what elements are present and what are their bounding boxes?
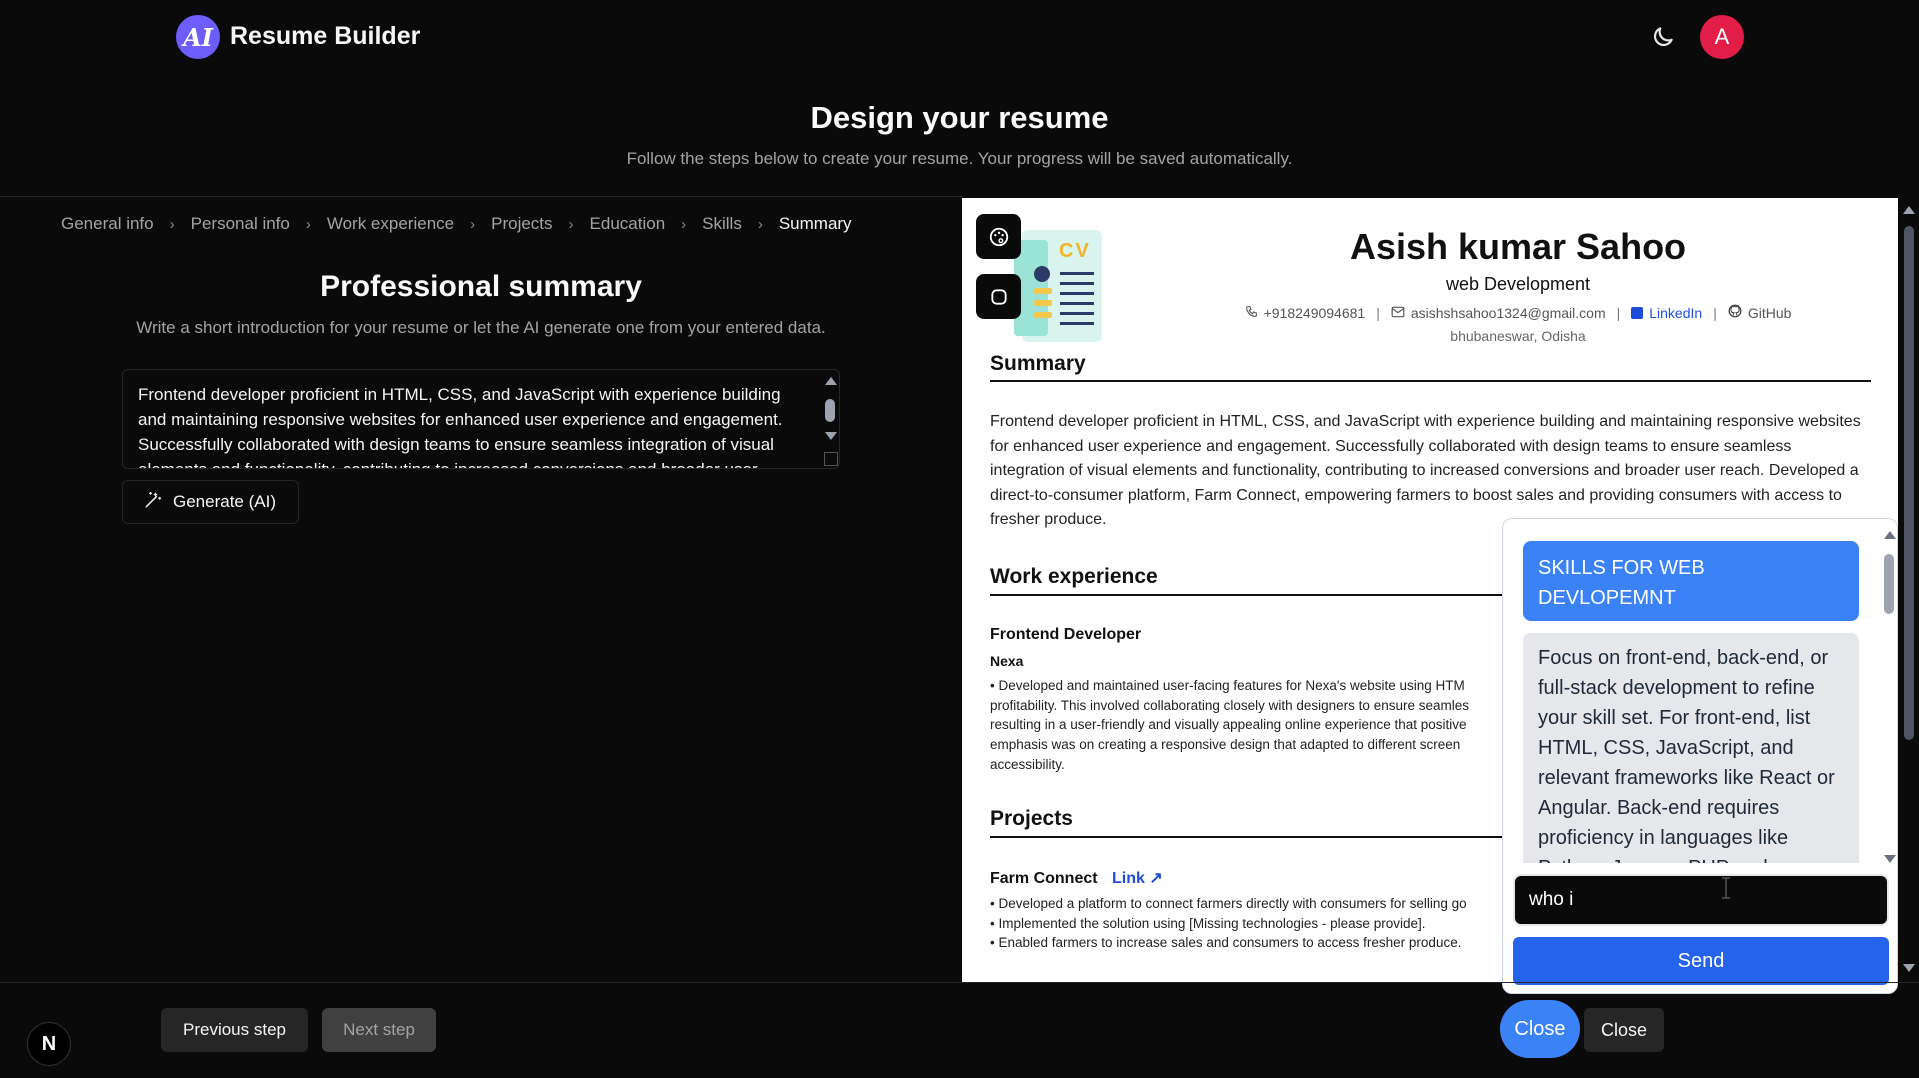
scroll-down-icon[interactable] (1903, 964, 1915, 972)
chevron-right-icon: › (169, 215, 175, 233)
palette-button[interactable] (976, 214, 1021, 259)
bot-message: Focus on front-end, back-end, or full-st… (1523, 633, 1859, 863)
next-step-button[interactable]: Next step (322, 1008, 436, 1052)
user-message: SKILLS FOR WEB DEVLOPEMNT (1523, 541, 1859, 621)
chat-messages[interactable]: SKILLS FOR WEB DEVLOPEMNT Focus on front… (1503, 519, 1881, 863)
page-title: Design your resume (810, 100, 1109, 135)
divider (0, 196, 962, 197)
user-avatar[interactable]: A (1700, 15, 1744, 59)
breadcrumb: General info › Personal info › Work expe… (61, 214, 852, 234)
page-subtitle: Follow the steps below to create your re… (626, 149, 1293, 168)
chevron-right-icon: › (305, 215, 311, 233)
project-title-row: Farm Connect Link ↗ (990, 868, 1163, 888)
crumb-general-info[interactable]: General info (61, 214, 154, 234)
scroll-thumb[interactable] (1904, 226, 1914, 740)
scroll-thumb[interactable] (1884, 554, 1894, 614)
github-link[interactable]: GitHub (1748, 305, 1792, 321)
nextjs-logo[interactable]: N (27, 1022, 71, 1066)
phone-icon (1245, 305, 1258, 321)
textarea-scrollbar[interactable] (822, 372, 838, 468)
square-icon (990, 288, 1007, 305)
app-logo[interactable]: AI (176, 15, 220, 59)
footer-divider (0, 982, 1919, 983)
resume-summary: Frontend developer proficient in HTML, C… (990, 413, 1861, 528)
project-link[interactable]: Link ↗ (1112, 870, 1163, 887)
generate-ai-button[interactable]: Generate (AI) (122, 480, 299, 524)
project-title: Farm Connect (990, 870, 1098, 887)
work-heading: Work experience (990, 565, 1158, 588)
scroll-up-icon[interactable] (825, 377, 837, 385)
resume-phone: +918249094681 (1263, 304, 1366, 321)
scroll-up-icon[interactable] (1884, 531, 1896, 539)
section-subtitle: Write a short introduction for your resu… (136, 318, 826, 337)
scroll-up-icon[interactable] (1903, 206, 1915, 214)
scroll-down-icon[interactable] (1884, 855, 1896, 863)
border-style-button[interactable] (976, 274, 1021, 319)
brand-name[interactable]: Resume Builder (230, 22, 420, 51)
previous-step-button[interactable]: Previous step (161, 1008, 308, 1052)
chevron-right-icon: › (470, 215, 476, 233)
text-cursor-icon (1720, 877, 1732, 899)
separator: | (1713, 304, 1717, 321)
crumb-skills[interactable]: Skills (702, 214, 742, 234)
close-button[interactable]: Close (1584, 1008, 1664, 1052)
page-scrollbar[interactable] (1898, 198, 1919, 982)
summary-divider (990, 380, 1871, 382)
ai-chat-panel: SKILLS FOR WEB DEVLOPEMNT Focus on front… (1502, 518, 1898, 994)
send-button[interactable]: Send (1513, 937, 1889, 985)
chevron-right-icon: › (757, 215, 763, 233)
crumb-summary[interactable]: Summary (779, 214, 852, 234)
generate-ai-label: Generate (AI) (173, 492, 276, 511)
close-chat-button[interactable]: Close (1500, 1000, 1580, 1058)
projects-heading: Projects (990, 807, 1073, 830)
github-icon (1728, 304, 1742, 321)
chevron-right-icon: › (568, 215, 574, 233)
resume-location: bhubaneswar, Odisha (1450, 328, 1586, 344)
magic-wand-icon (143, 490, 163, 515)
chat-scrollbar[interactable] (1881, 529, 1897, 869)
crumb-work-experience[interactable]: Work experience (327, 214, 454, 234)
top-bar: AI Resume Builder A (0, 0, 1919, 72)
scroll-down-icon[interactable] (825, 432, 837, 440)
section-title: Professional summary (320, 270, 642, 303)
chevron-right-icon: › (681, 215, 687, 233)
company-name: Nexa (990, 653, 1024, 669)
linkedin-icon (1631, 306, 1644, 319)
job-title: Frontend Developer (990, 626, 1142, 643)
separator: | (1376, 304, 1380, 321)
summary-textarea[interactable]: Frontend developer proficient in HTML, C… (122, 369, 840, 469)
contact-line: +918249094681 | asishshsahoo1324@gmail.c… (1138, 304, 1898, 321)
scroll-thumb[interactable] (825, 399, 835, 422)
palette-icon (989, 227, 1008, 246)
chat-input[interactable] (1513, 874, 1889, 926)
crumb-education[interactable]: Education (590, 214, 666, 234)
resume-name: Asish kumar Sahoo (1349, 226, 1687, 267)
crumb-projects[interactable]: Projects (491, 214, 552, 234)
crumb-personal-info[interactable]: Personal info (191, 214, 290, 234)
mail-icon (1391, 305, 1405, 321)
moon-icon[interactable] (1650, 24, 1676, 50)
resume-role: web Development (1445, 274, 1591, 294)
summary-heading: Summary (990, 352, 1086, 375)
linkedin-link[interactable]: LinkedIn (1649, 305, 1702, 321)
resize-handle[interactable] (824, 452, 838, 466)
separator: | (1616, 304, 1621, 321)
cv-badge: CV (1059, 240, 1091, 262)
resume-email: asishshsahoo1324@gmail.com (1410, 304, 1606, 321)
